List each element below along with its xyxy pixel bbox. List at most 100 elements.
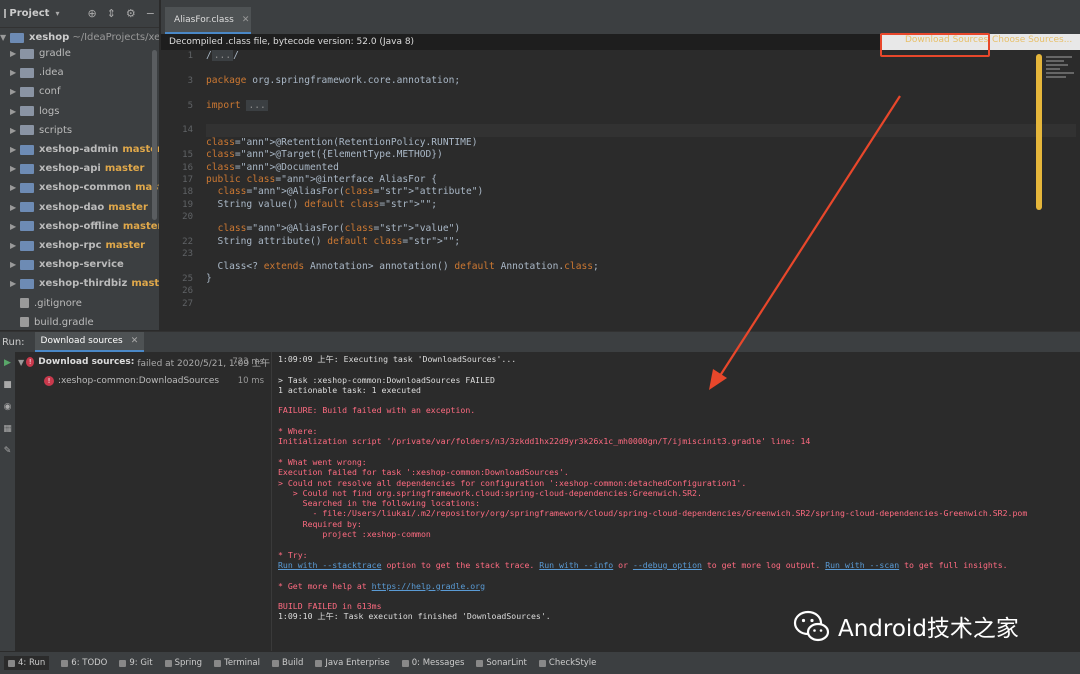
project-item[interactable]: ▶ xeshop-dao master: [10, 198, 148, 217]
chevron-down-icon[interactable]: ▾: [55, 9, 59, 18]
minimap: [1046, 54, 1078, 94]
tool-window-button[interactable]: Java Enterprise: [315, 658, 390, 668]
chevron-right-icon[interactable]: ▶: [10, 260, 20, 269]
run-child-label: :xeshop-common:DownloadSources: [58, 376, 220, 386]
chevron-right-icon[interactable]: ▶: [10, 241, 20, 250]
chevron-down-icon[interactable]: ▼: [0, 33, 10, 42]
tool-window-button[interactable]: SonarLint: [476, 658, 527, 668]
decompiled-notice: Decompiled .class file, bytecode version…: [169, 37, 415, 47]
project-item[interactable]: ▶ conf: [10, 82, 60, 101]
line-number: 18: [182, 187, 193, 198]
project-item[interactable]: ▶ xeshop-api master: [10, 159, 144, 178]
project-item[interactable]: ▶ xeshop-thirdbizmaster: [10, 274, 159, 293]
tool-window-button[interactable]: CheckStyle: [538, 658, 596, 668]
tool-window-button[interactable]: Build: [272, 658, 303, 668]
project-item-label: gradle: [39, 48, 71, 59]
project-item[interactable]: ▶ .idea: [10, 63, 64, 82]
console-link[interactable]: Run with --stacktrace: [278, 560, 382, 570]
chevron-right-icon[interactable]: ▶: [10, 183, 20, 192]
project-item[interactable]: ▶ logs: [10, 102, 59, 121]
code-line: String attribute() default class="str">"…: [206, 235, 461, 247]
console-link[interactable]: --debug option: [633, 560, 702, 570]
project-item-label: xeshop-service: [39, 259, 124, 271]
chevron-right-icon[interactable]: ▶: [10, 164, 20, 173]
run-tree: ▼ ! Download sources: failed at 2020/5/2…: [16, 352, 272, 652]
console-line: 1:09:09 上午: Executing task 'DownloadSour…: [278, 354, 517, 364]
tool-window-button[interactable]: Spring: [164, 658, 202, 668]
tool-window-button[interactable]: 4: Run: [4, 656, 50, 670]
choose-sources-link[interactable]: Choose Sources...: [992, 35, 1072, 45]
run-root-label: Download sources:: [38, 357, 135, 367]
console-line: Initialization script '/private/var/fold…: [278, 436, 811, 447]
chevron-right-icon[interactable]: ▶: [10, 126, 20, 135]
chevron-right-icon[interactable]: ▶: [10, 203, 20, 212]
console-line: Searched in the following locations:: [278, 498, 481, 509]
pin-icon[interactable]: ✎: [0, 440, 15, 462]
project-item[interactable]: build.gradle: [10, 313, 94, 330]
chevron-right-icon[interactable]: ▶: [10, 87, 20, 96]
rerun-icon[interactable]: ▶: [0, 352, 15, 374]
close-icon[interactable]: ✕: [131, 336, 139, 346]
project-item[interactable]: ▶ xeshop-offline master: [10, 217, 159, 236]
locate-icon[interactable]: ⊕: [87, 7, 96, 20]
root-path: ~/IdeaProjects/xesho: [72, 32, 160, 43]
project-item[interactable]: ▶ gradle: [10, 44, 71, 63]
project-item[interactable]: .gitignore: [10, 294, 82, 313]
stop-icon[interactable]: ■: [0, 374, 15, 396]
project-item[interactable]: ▶ scripts: [10, 121, 72, 140]
tool-window-icon: [61, 659, 69, 667]
tool-window-button[interactable]: 6: TODO: [61, 658, 107, 668]
console-link[interactable]: Run with --info: [539, 560, 613, 570]
code-line: [206, 124, 1076, 137]
tool-window-icon: [315, 659, 323, 667]
code-line: Class<? extends Annotation> annotation()…: [206, 260, 599, 272]
project-panel: Project ▾ ⊕ ⇕ ⚙ − ▼ xeshop ~/IdeaProjects/…: [0, 0, 160, 330]
project-item-label: xeshop-thirdbiz: [39, 278, 128, 290]
chevron-right-icon[interactable]: ▶: [10, 222, 20, 231]
console-text: to get full insights.: [899, 559, 1008, 570]
chevron-right-icon[interactable]: ▶: [10, 49, 20, 58]
editor-scrollbar[interactable]: [1036, 54, 1042, 210]
tool-window-icon: [401, 659, 409, 667]
help-link[interactable]: https://help.gradle.org: [372, 581, 485, 591]
tool-window-button[interactable]: 0: Messages: [401, 658, 464, 668]
line-number: [161, 87, 193, 99]
run-tree-child[interactable]: ! :xeshop-common:DownloadSources 10 ms: [44, 372, 270, 390]
root-label: xeshop: [29, 32, 70, 43]
console-line: > Could not find org.springframework.clo…: [278, 487, 702, 498]
project-item[interactable]: ▶ xeshop-service: [10, 255, 124, 274]
hide-icon[interactable]: −: [146, 7, 155, 20]
error-icon: !: [26, 357, 35, 367]
project-view-icon[interactable]: [4, 9, 7, 18]
run-toolstrip: ▶ ■ ◉ ▦ ✎: [0, 352, 15, 652]
gear-icon[interactable]: ⚙: [126, 7, 136, 20]
tab-download-sources[interactable]: Download sources ✕: [34, 332, 145, 352]
collapse-icon[interactable]: ⇕: [107, 7, 116, 20]
chevron-right-icon[interactable]: ▶: [10, 68, 20, 77]
line-number: [161, 223, 193, 235]
run-tree-root[interactable]: ▼ ! Download sources: failed at 2020/5/2…: [18, 353, 270, 371]
project-item[interactable]: ▶xeshop-commonmaster: [10, 178, 159, 197]
console-link[interactable]: Run with --scan: [825, 560, 899, 570]
console-text: * Get more help at: [278, 580, 372, 591]
tab-label: Download sources: [40, 336, 123, 346]
chevron-right-icon[interactable]: ▶: [10, 145, 20, 154]
view-icon[interactable]: ◉: [0, 396, 15, 418]
tab-aliasfor[interactable]: AliasFor.class ✕: [165, 7, 251, 34]
code-line: class="ann">@Documented: [206, 161, 339, 173]
chevron-down-icon[interactable]: ▼: [18, 358, 26, 367]
console-text: to get more log output.: [701, 559, 826, 570]
chevron-right-icon[interactable]: ▶: [10, 279, 20, 288]
project-title[interactable]: Project: [9, 8, 49, 19]
code-area[interactable]: /... / package org.springframework.core.an…: [206, 50, 1076, 330]
tool-window-button[interactable]: Terminal: [214, 658, 260, 668]
layout-icon[interactable]: ▦: [0, 418, 15, 440]
project-item[interactable]: ▶ xeshop-admin master: [10, 140, 159, 159]
chevron-right-icon[interactable]: ▶: [10, 107, 20, 116]
tool-window-button[interactable]: 9: Git: [119, 658, 153, 668]
run-root-duration: 723 ms: [232, 357, 264, 367]
project-item[interactable]: ▶ xeshop-rpc master: [10, 236, 145, 255]
close-icon[interactable]: ✕: [242, 15, 250, 25]
project-scrollbar[interactable]: [152, 50, 157, 220]
